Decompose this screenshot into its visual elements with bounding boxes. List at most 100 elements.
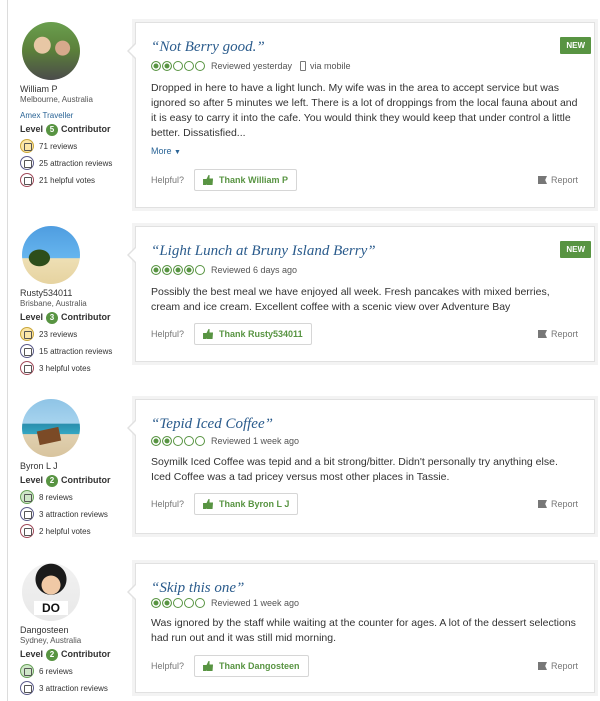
review-date: Reviewed 1 week ago [211,436,300,446]
reviews-icon [20,490,34,504]
contributor-level: Level 3 Contributor [20,311,128,324]
rating-row: Reviewed 1 week ago [151,598,299,608]
review-title[interactable]: “Not Berry good.” [151,39,265,56]
level-badge: 3 [46,311,59,324]
bubble-icon [173,436,183,446]
mobile-icon [300,61,307,71]
bubble-icon [162,436,172,446]
via-text: via mobile [310,61,351,71]
review-title[interactable]: “Skip this one” [151,580,244,597]
helpful-row: Helpful? Thank Dangosteen [151,655,309,677]
review-date: Reviewed 1 week ago [211,598,300,608]
thumbs-up-icon [203,329,214,339]
reviewer-name[interactable]: Dangosteen [20,625,128,636]
stat-text: 25 attraction reviews [39,158,113,168]
attraction-reviews-count: 25 attraction reviews [20,156,128,170]
report-link[interactable]: Report [537,329,578,339]
stat-text: 8 reviews [39,492,73,502]
stat-text: 2 helpful votes [39,526,91,536]
reviewer-name[interactable]: William P [20,84,128,95]
helpful-row: Helpful? Thank Byron L J [151,493,299,515]
reviews-count: 8 reviews [20,490,128,504]
reviews-icon [20,327,34,341]
helpful-label: Helpful? [151,661,185,671]
review-title[interactable]: “Tepid Iced Coffee” [151,416,273,433]
new-badge: NEW [560,37,591,54]
reviewer-location: Brisbane, Australia [20,299,87,308]
flag-icon [537,176,547,184]
review-date: Reviewed yesterday [211,61,293,71]
flag-icon [537,662,547,670]
reviewer-name[interactable]: Rusty534011 [20,288,128,299]
rating-row: Reviewed 6 days ago [151,265,297,275]
review-card: NEW “Not Berry good.” Reviewed yesterday… [127,22,595,208]
rating-row: Reviewed yesterday via mobile [151,61,351,71]
report-link[interactable]: Report [537,661,578,671]
reviews-count: 71 reviews [20,139,128,153]
review-text: Dropped in here to have a light lunch. M… [151,82,578,139]
rating-row: Reviewed 1 week ago [151,436,299,446]
avatar[interactable] [22,22,80,80]
report-label: Report [550,661,578,671]
level-prefix: Level [20,649,44,659]
new-badge: NEW [560,241,591,258]
reviewer-location: Sydney, Australia [20,636,82,645]
helpful-votes-icon [20,524,34,538]
stat-text: 3 attraction reviews [39,683,108,693]
chevron-down-icon: ▼ [174,149,181,156]
level-prefix: Level [20,124,44,134]
bubble-rating [151,61,206,71]
review-title[interactable]: “Light Lunch at Bruny Island Berry” [151,243,376,260]
reviewer-tag[interactable]: Amex Traveller [20,111,128,121]
avatar[interactable] [22,563,80,621]
more-label: More [151,146,172,156]
attraction-icon [20,156,34,170]
attraction-reviews-count: 15 attraction reviews [20,344,128,358]
stat-text: 15 attraction reviews [39,346,113,356]
helpful-votes-icon [20,361,34,375]
avatar[interactable] [22,399,80,457]
reviews-icon [20,664,34,678]
contributor-level: Level 5 Contributor [20,123,128,136]
level-prefix: Level [20,312,44,322]
review-card: “Skip this one” Reviewed 1 week ago Was … [127,563,595,693]
level-badge: 2 [46,648,59,661]
bubble-icon [184,436,194,446]
bubble-icon [173,61,183,71]
reviewer-profile: William P Melbourne, Australia Amex Trav… [20,22,128,187]
avatar[interactable] [22,226,80,284]
bubble-icon [162,265,172,275]
report-link[interactable]: Report [537,499,578,509]
thank-label: Thank William P [219,175,288,185]
level-badge: 5 [46,123,59,136]
thank-button[interactable]: Thank Dangosteen [194,655,309,677]
contributor-level: Level 2 Contributor [20,474,128,487]
thumbs-up-icon [203,499,214,509]
thank-label: Thank Rusty534011 [219,329,303,339]
helpful-votes-count: 21 helpful votes [20,173,128,187]
reviewer-profile: Byron L J Level 2 Contributor 8 reviews … [20,399,128,538]
stat-text: 6 reviews [39,666,73,676]
level-suffix: Contributor [61,124,111,134]
bubble-icon [173,598,183,608]
thank-button[interactable]: Thank William P [194,169,297,191]
reviewer-location: Melbourne, Australia [20,95,93,104]
attraction-icon [20,507,34,521]
stat-text: 23 reviews [39,329,78,339]
flag-icon [537,330,547,338]
more-link[interactable]: More ▼ [151,146,181,156]
reviewer-name[interactable]: Byron L J [20,461,128,472]
level-suffix: Contributor [61,649,111,659]
bubble-rating [151,265,206,275]
thank-button[interactable]: Thank Byron L J [194,493,299,515]
via-mobile: via mobile [300,61,351,71]
report-link[interactable]: Report [537,175,578,185]
report-label: Report [550,329,578,339]
level-suffix: Contributor [61,312,111,322]
bubble-rating [151,598,206,608]
attraction-icon [20,344,34,358]
attraction-reviews-count: 3 attraction reviews [20,681,128,695]
thank-button[interactable]: Thank Rusty534011 [194,323,312,345]
reviews-count: 6 reviews [20,664,128,678]
reviewer-profile: Dangosteen Sydney, Australia Level 2 Con… [20,563,128,695]
